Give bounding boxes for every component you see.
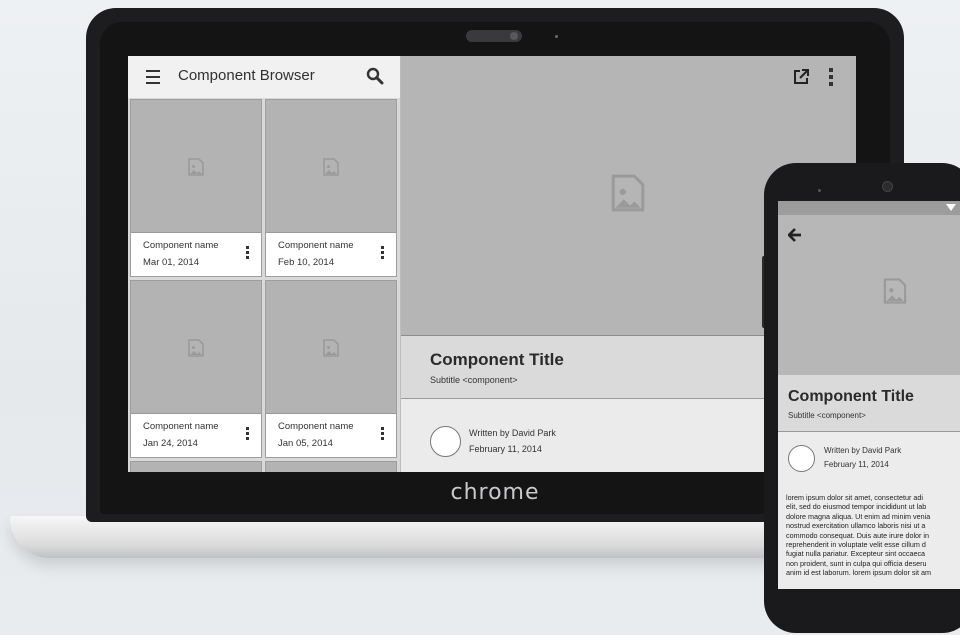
wifi-icon	[946, 204, 956, 211]
card-thumbnail	[266, 100, 396, 233]
image-placeholder-icon	[187, 339, 205, 357]
card-date: Mar 01, 2014	[143, 257, 199, 268]
image-placeholder-icon	[187, 158, 205, 176]
phone-body-text: lorem ipsum dolor sit amet, consectetur …	[786, 493, 960, 578]
phone-camera	[882, 181, 893, 192]
body-line: fugiat nulla pariatur. Excepteur sint oc…	[786, 549, 926, 559]
image-placeholder-icon	[322, 158, 340, 176]
component-card[interactable]: Component name Mar 01, 2014	[130, 99, 262, 277]
light-sensor	[555, 35, 558, 38]
more-vert-icon[interactable]	[244, 246, 250, 262]
detail-author: Written by David Park	[469, 428, 556, 438]
body-line: reprehenderit in voluptate velit esse ci…	[786, 540, 926, 550]
app-toolbar: Component Browser	[128, 56, 400, 98]
phone-detail-title: Component Title	[788, 388, 914, 405]
card-name: Component name	[278, 240, 354, 251]
body-line: lorem ipsum dolor sit amet, consectetur …	[786, 493, 924, 502]
body-line: dolore magna aliqua. Ut enim ad minim ve…	[786, 511, 931, 521]
component-card[interactable]: Component name Jan 05, 2014	[265, 280, 397, 458]
component-sidebar: Component Browser Component name Mar 01,…	[128, 56, 401, 472]
component-card[interactable]: Component name Jan 24, 2014	[130, 280, 262, 458]
card-thumbnail	[131, 100, 261, 233]
more-vert-icon[interactable]	[379, 246, 385, 262]
phone-detail-date: February 11, 2014	[824, 460, 889, 469]
more-vert-icon[interactable]	[244, 427, 250, 443]
avatar	[788, 445, 815, 472]
card-thumbnail	[131, 281, 261, 414]
card-thumbnail	[131, 462, 261, 472]
body-line: anim id est laborum. lorem ipsum dolor s…	[786, 568, 931, 578]
image-placeholder-icon	[322, 339, 340, 357]
component-card[interactable]	[265, 461, 397, 472]
search-icon[interactable]	[366, 67, 384, 85]
phone-status-bar	[778, 201, 960, 215]
avatar	[430, 426, 461, 457]
card-name: Component name	[143, 240, 219, 251]
arrow-left-icon[interactable]	[787, 227, 802, 247]
detail-title: Component Title	[430, 350, 564, 369]
card-name: Component name	[143, 421, 219, 432]
more-vert-icon[interactable]	[828, 68, 834, 86]
phone-sensor	[818, 189, 821, 192]
phone-hero-image	[778, 215, 960, 375]
phone-detail-subtitle: Subtitle <component>	[788, 411, 866, 420]
chrome-brand-label: chrome	[450, 480, 540, 505]
card-name: Component name	[278, 421, 354, 432]
body-line: nostrud exercitation ullamco laboris nis…	[786, 521, 926, 531]
more-vert-icon[interactable]	[379, 427, 385, 443]
body-line: commodo consequat. Duis aute irure dolor…	[786, 530, 930, 540]
detail-date: February 11, 2014	[469, 444, 542, 454]
card-thumbnail	[266, 281, 396, 414]
card-date: Jan 05, 2014	[278, 438, 333, 449]
detail-subtitle: Subtitle <component>	[430, 375, 518, 385]
component-card[interactable]	[130, 461, 262, 472]
card-date: Jan 24, 2014	[143, 438, 198, 449]
camera-lens	[510, 32, 518, 40]
phone-detail-author: Written by David Park	[824, 446, 902, 455]
laptop-screen: Component Browser Component name Mar 01,…	[128, 56, 856, 472]
app-title: Component Browser	[178, 67, 315, 84]
image-placeholder-icon	[882, 277, 908, 305]
menu-icon[interactable]	[146, 70, 160, 84]
image-placeholder-icon	[609, 172, 647, 214]
open-in-new-icon[interactable]	[792, 68, 810, 86]
body-line: elit, sed do eiusmod tempor incididunt u…	[786, 502, 927, 512]
card-thumbnail	[266, 462, 396, 472]
component-card[interactable]: Component name Feb 10, 2014	[265, 99, 397, 277]
card-date: Feb 10, 2014	[278, 257, 334, 268]
body-line: non proident, sunt in culpa qui officia …	[786, 558, 927, 568]
phone-screen: Component Title Subtitle <component> Wri…	[778, 201, 960, 589]
